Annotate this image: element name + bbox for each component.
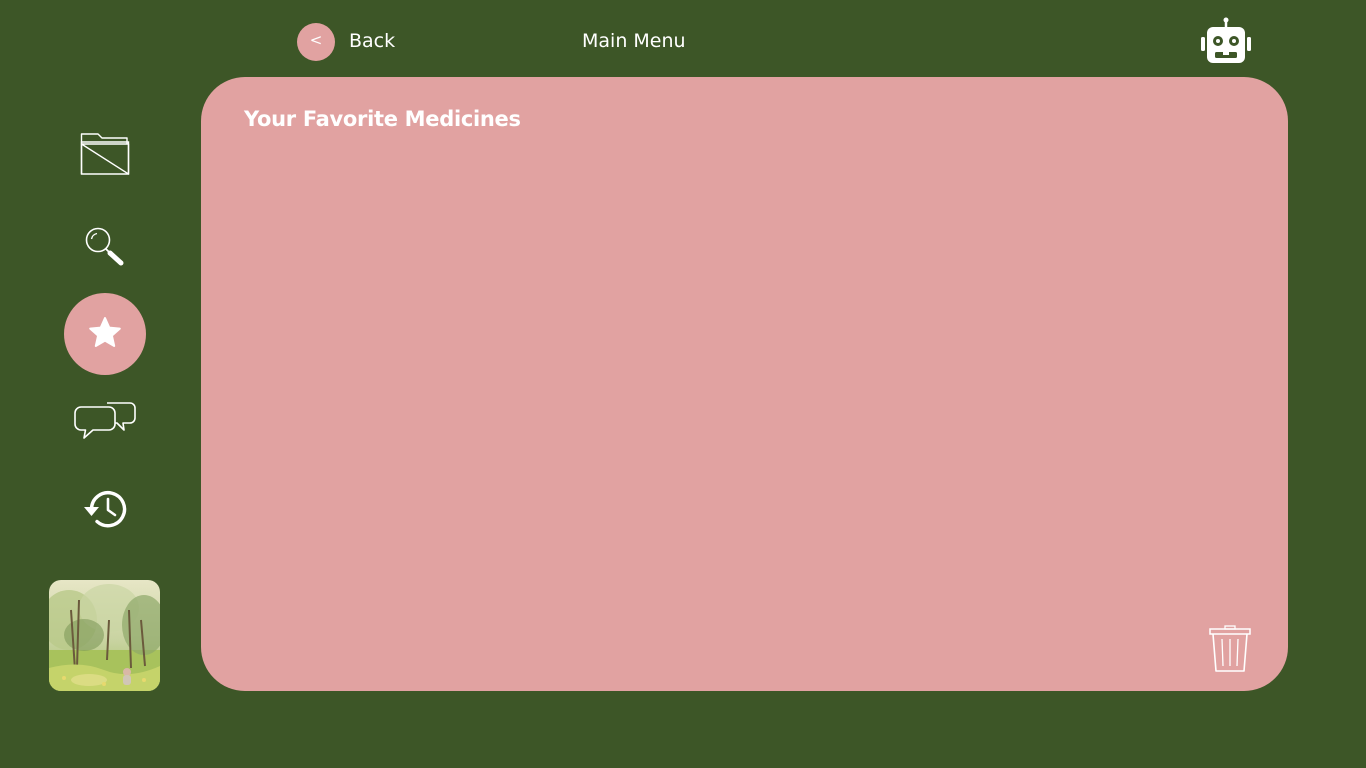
- search-icon[interactable]: [84, 225, 126, 271]
- folder-icon[interactable]: [80, 132, 130, 180]
- page-title: Your Favorite Medicines: [244, 107, 521, 131]
- back-chevron-icon: <: [309, 31, 323, 49]
- app-window: < Back Main Menu Your Favorite Medicines: [0, 0, 1366, 768]
- avatar[interactable]: [49, 580, 160, 691]
- back-button[interactable]: <: [297, 23, 335, 61]
- main-menu-link[interactable]: Main Menu: [582, 30, 686, 52]
- star-icon: [89, 317, 121, 347]
- favorites-panel: Your Favorite Medicines: [201, 77, 1288, 691]
- history-icon[interactable]: [83, 487, 129, 535]
- chat-bubbles-icon[interactable]: [73, 400, 137, 446]
- back-label[interactable]: Back: [349, 30, 395, 52]
- favorites-nav-button[interactable]: [64, 293, 146, 375]
- robot-icon[interactable]: [1199, 17, 1253, 67]
- trash-icon[interactable]: [1208, 625, 1252, 673]
